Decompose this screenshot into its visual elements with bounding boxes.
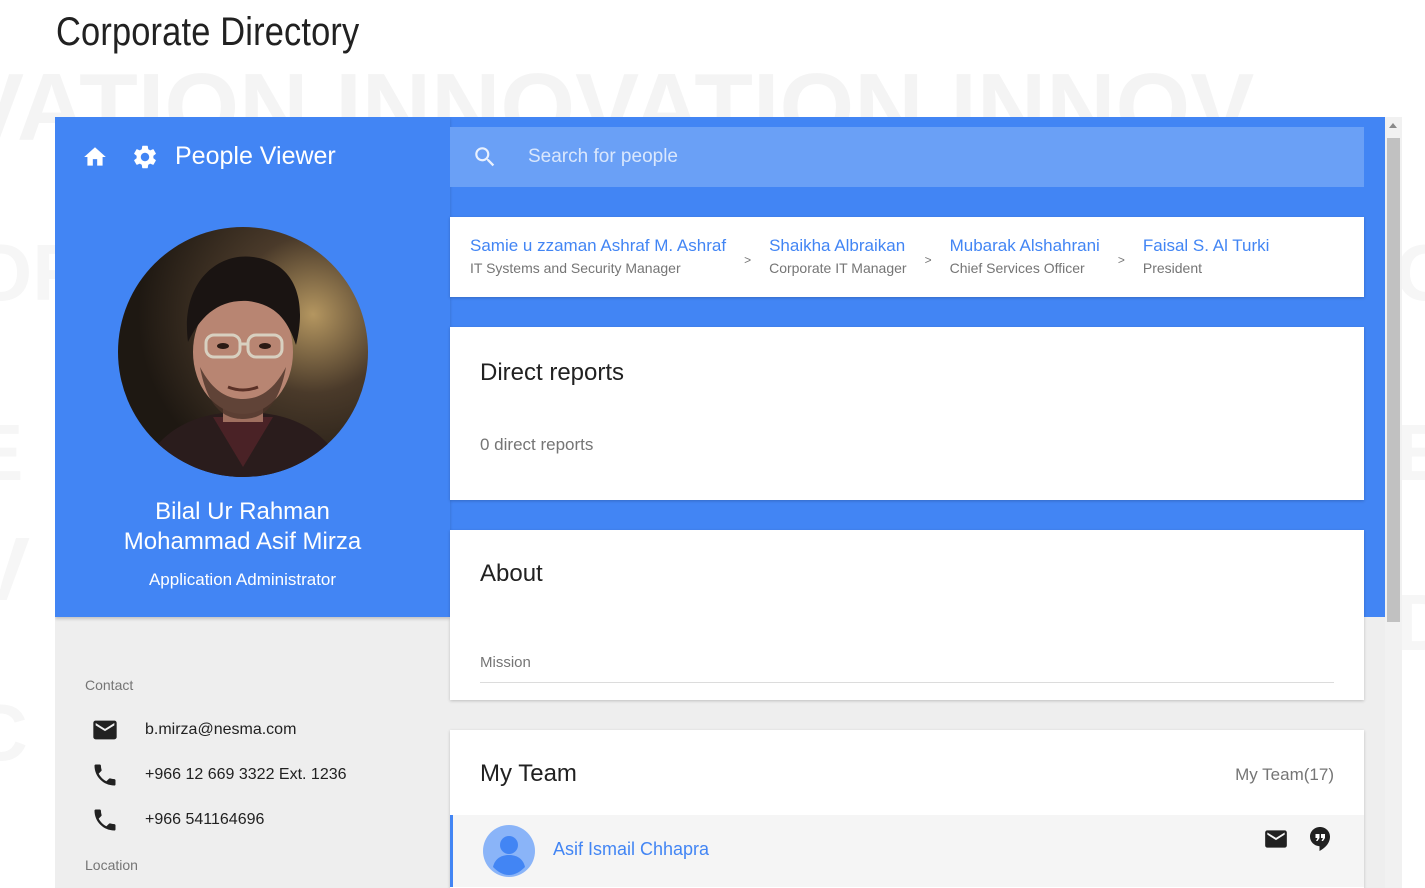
search-bar[interactable] [450, 127, 1364, 187]
contact-phone-office[interactable]: +966 12 669 3322 Ext. 1236 [145, 766, 347, 784]
profile-details: Contact b.mirza@nesma.com +966 12 669 33… [85, 677, 425, 873]
svg-text:E: E [0, 408, 23, 497]
chat-icon[interactable] [1306, 825, 1334, 853]
team-member-actions [1246, 825, 1334, 853]
contact-mobile-row[interactable]: +966 541164696 [85, 797, 425, 842]
team-member-name[interactable]: Asif Ismail Chhapra [553, 839, 709, 860]
app-title[interactable]: People Viewer [175, 142, 336, 171]
chain-person-name[interactable]: Faisal S. Al Turki [1143, 235, 1270, 257]
chain-person-name[interactable]: Shaikha Albraikan [769, 235, 906, 257]
my-team-card: My Team My Team(17) Asif Ismail Chhapra [450, 730, 1364, 888]
direct-reports-card: Direct reports 0 direct reports [450, 327, 1364, 500]
chain-person-title: President [1142, 260, 1203, 276]
chain-person-title: IT Systems and Security Manager [470, 260, 681, 276]
people-viewer-app: People Viewer Bilal Ur Rahman Mohammad A… [55, 117, 1385, 888]
chain-person-name[interactable]: Mubarak Alshahrani [950, 235, 1100, 257]
chain-person[interactable]: Faisal S. Al Turki President [1143, 235, 1270, 279]
search-icon [472, 144, 498, 170]
direct-reports-title: Direct reports [480, 359, 625, 386]
location-label: Location [85, 857, 138, 873]
my-team-title: My Team [480, 760, 577, 787]
contact-phone-mobile[interactable]: +966 541164696 [145, 811, 264, 829]
contact-label: Contact [85, 677, 134, 693]
gear-icon[interactable] [131, 143, 159, 171]
profile-name-line2: Mohammad Asif Mirza [123, 528, 362, 555]
chain-person[interactable]: Mubarak Alshahrani Chief Services Office… [950, 235, 1100, 279]
profile-name: Bilal Ur Rahman Mohammad Asif Mirza [55, 497, 430, 557]
about-card: About Mission [450, 530, 1364, 700]
contact-email-row[interactable]: b.mirza@nesma.com [85, 707, 425, 752]
contact-list: b.mirza@nesma.com +966 12 669 3322 Ext. … [85, 707, 425, 842]
chain-person-name[interactable]: Samie u zzaman Ashraf M. Ashraf [470, 235, 726, 257]
brand-row: People Viewer [81, 142, 336, 171]
chain-separator: > [744, 253, 752, 267]
contact-email[interactable]: b.mirza@nesma.com [145, 721, 296, 739]
scroll-thumb[interactable] [1387, 138, 1400, 622]
direct-reports-count: 0 direct reports [480, 435, 594, 454]
mail-icon[interactable] [1262, 825, 1290, 853]
svg-text:C: C [0, 688, 28, 777]
my-team-count[interactable]: My Team(17) [1235, 765, 1334, 785]
profile-hero: People Viewer Bilal Ur Rahman Mohammad A… [55, 117, 450, 617]
mail-icon [85, 716, 145, 744]
profile-job-title: Application Administrator [148, 570, 337, 589]
chain-separator: > [1117, 253, 1125, 267]
mission-label: Mission [480, 654, 531, 671]
user-avatar-icon [483, 825, 535, 877]
phone-icon [85, 806, 145, 834]
profile-name-line1: Bilal Ur Rahman [155, 498, 330, 525]
contact-phone-row[interactable]: +966 12 669 3322 Ext. 1236 [85, 752, 425, 797]
chain-person[interactable]: Shaikha Albraikan Corporate IT Manager [769, 235, 906, 279]
mission-divider [480, 682, 1334, 683]
team-member-row[interactable]: Asif Ismail Chhapra [450, 815, 1364, 887]
page-title: Corporate Directory [56, 10, 360, 54]
chain-person-title: Corporate IT Manager [769, 260, 907, 276]
phone-icon [85, 761, 145, 789]
chain-person[interactable]: Samie u zzaman Ashraf M. Ashraf IT Syste… [470, 235, 726, 279]
scroll-up-arrow-icon[interactable] [1389, 123, 1397, 128]
management-chain: Samie u zzaman Ashraf M. Ashraf IT Syste… [450, 217, 1364, 297]
profile-photo [118, 227, 368, 477]
svg-text:V: V [0, 520, 30, 620]
vertical-scrollbar[interactable] [1385, 117, 1402, 888]
chain-person-title: Chief Services Officer [949, 260, 1085, 276]
search-input[interactable] [528, 137, 1328, 177]
about-title: About [480, 560, 543, 587]
chain-separator: > [924, 253, 932, 267]
home-icon[interactable] [81, 143, 109, 171]
